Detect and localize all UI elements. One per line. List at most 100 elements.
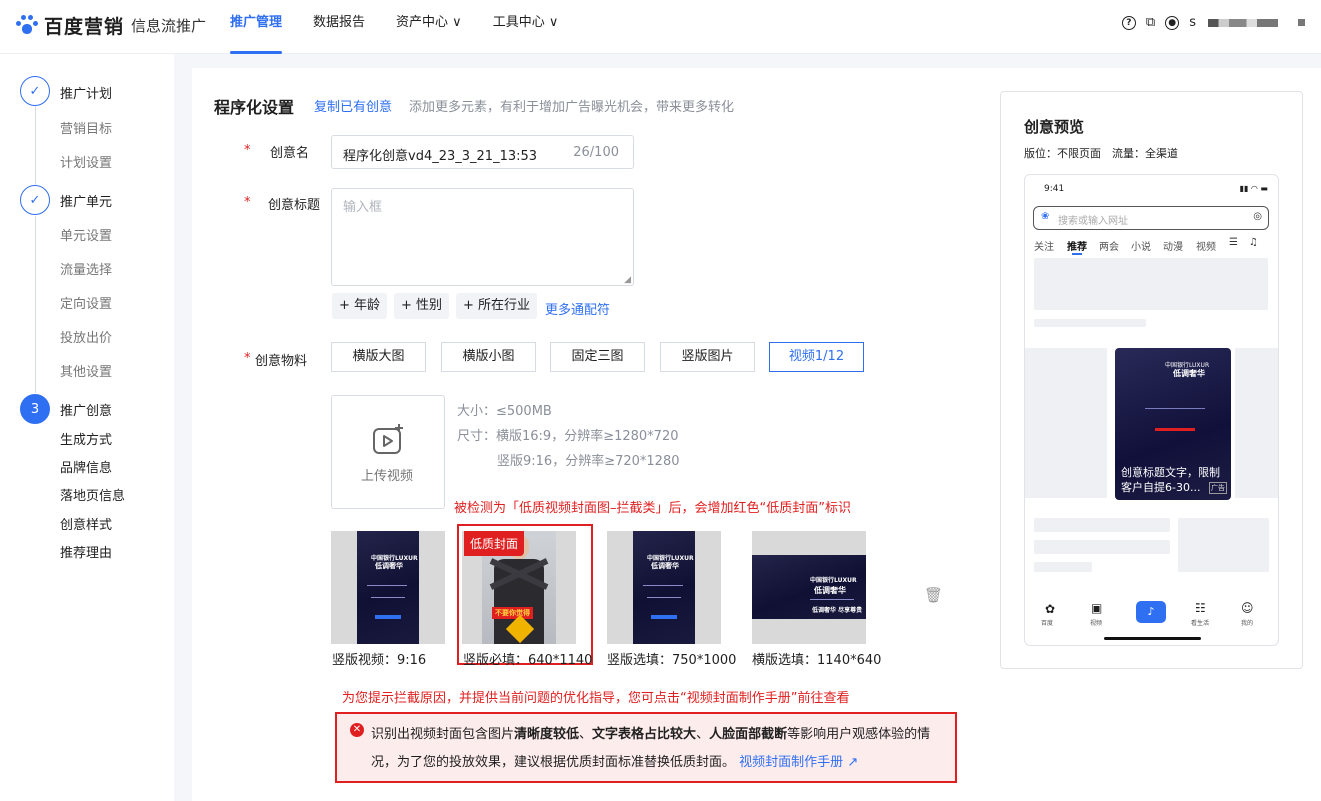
phone-tab[interactable]: 视频	[1196, 238, 1216, 253]
preview-title: 创意预览	[1024, 118, 1085, 136]
alert-text: 等影响用户观感体验的情	[787, 727, 931, 742]
phone-tab[interactable]: 动漫	[1163, 238, 1183, 253]
video-thumbnail[interactable]: 中国银行LUXUR 低调奢华	[607, 531, 721, 644]
poster-image: 中国银行LUXUR 低调奢华	[633, 531, 695, 644]
material-tab-landscape-small[interactable]: 横版小图	[441, 342, 536, 372]
poster-image: 中国银行LUXUR 低调奢华	[357, 531, 419, 644]
phone-tab[interactable]: 关注	[1034, 238, 1054, 253]
username[interactable]: s	[1189, 15, 1196, 30]
step-item-reason[interactable]: 推荐理由	[60, 542, 112, 561]
video-thumbnail[interactable]: 中国银行LUXUR 低调奢华	[331, 531, 445, 644]
alert-emphasis: 人脸面部截断	[709, 727, 788, 742]
skeleton-line	[1034, 540, 1170, 554]
thumb-caption: 竖版必填：640*1140	[463, 653, 593, 668]
wildcard-gender[interactable]: + 性别	[394, 293, 450, 319]
step-creative-title[interactable]: 推广创意	[60, 400, 112, 419]
menu-icon[interactable]: ☰	[1229, 237, 1238, 248]
ad-preview-card[interactable]: 中国银行LUXUR 低调奢华 创意标题文字，限制 客户自提6-30... 广告	[1115, 348, 1231, 500]
phone-tab[interactable]: 两会	[1099, 238, 1119, 253]
phone-search-bar[interactable]: ❀ 搜索或输入网址 ◎	[1033, 206, 1269, 230]
bottom-nav-label: 看生活	[1191, 620, 1210, 627]
headphone-icon[interactable]: ♫	[1249, 237, 1258, 248]
material-tab-three-images[interactable]: 固定三图	[550, 342, 645, 372]
poster-image: 中国银行LUXUR 低调奢华 低调奢华 尽享尊贵	[752, 555, 866, 619]
status-bar-icons: ▮▮ ◠ ▬	[1239, 184, 1268, 193]
step-item-other[interactable]: 其他设置	[60, 361, 112, 380]
voice-mic-icon[interactable]: ♪	[1136, 601, 1166, 623]
step-item-style[interactable]: 创意样式	[60, 514, 112, 533]
material-tab-video[interactable]: 视频1/12	[769, 342, 864, 372]
step-unit-title[interactable]: 推广单元	[60, 191, 112, 210]
detection-annotation: 被检测为「低质视频封面图–拦截类」后，会增加红色“低质封面”标识	[454, 501, 851, 516]
step-item-landing[interactable]: 落地页信息	[60, 485, 125, 504]
phone-tab-active[interactable]: 推荐	[1067, 238, 1087, 253]
baidu-home-icon[interactable]: ✿	[1045, 602, 1055, 616]
nav-tab-campaign[interactable]: 推广管理	[230, 0, 283, 54]
more-wildcards-link[interactable]: 更多通配符	[545, 299, 610, 318]
alert-line-1: 识别出视频封面包含图片清晰度较低、文字表格占比较大、人脸面部截断等影响用户观感体…	[371, 723, 930, 742]
ad-tag: 广告	[1209, 482, 1227, 494]
step-connector	[35, 106, 36, 185]
wildcard-age[interactable]: + 年龄	[332, 293, 388, 319]
menu-square-icon[interactable]	[1298, 19, 1305, 26]
nav-tab-tools[interactable]: 工具中心 ∨	[493, 0, 559, 54]
material-tab-landscape-large[interactable]: 横版大图	[331, 342, 426, 372]
step-done-check-icon: ✓	[20, 185, 50, 215]
profile-icon[interactable]: ☺	[1241, 601, 1254, 615]
external-link-icon[interactable]: ↗	[847, 755, 858, 770]
skeleton-line	[1034, 518, 1170, 532]
wildcard-industry[interactable]: + 所在行业	[456, 293, 538, 319]
nav-tab-report[interactable]: 数据报告	[313, 0, 365, 54]
section-hint: 添加更多元素，有利于增加广告曝光机会，带来更多转化	[409, 100, 735, 115]
step-plan-title[interactable]: 推广计划	[60, 83, 112, 102]
life-icon[interactable]: ☷	[1195, 601, 1206, 615]
alert-emphasis: 文字表格占比较大	[592, 727, 697, 742]
cover-warning-alert: ✕ 识别出视频封面包含图片清晰度较低、文字表格占比较大、人脸面部截断等影响用户观…	[335, 712, 957, 783]
step-item-unit-settings[interactable]: 单元设置	[60, 225, 112, 244]
trash-icon[interactable]: 🗑	[924, 586, 943, 604]
low-quality-thumbnail[interactable]: 不要你觉得 低质封面	[462, 531, 576, 644]
alert-separator: 、	[579, 727, 593, 742]
material-tab-portrait-image[interactable]: 竖版图片	[660, 342, 755, 372]
required-mark: *	[244, 195, 251, 210]
poster-brand-text: 中国银行LUXUR	[810, 577, 857, 584]
thumb-caption: 横版选填：1140*640	[752, 653, 882, 668]
video-icon[interactable]: ▣	[1091, 601, 1102, 615]
title-label: 创意标题	[268, 198, 321, 213]
cover-guide-link[interactable]: 视频封面制作手册	[739, 755, 843, 770]
home-indicator	[1104, 637, 1201, 640]
step-item-targeting[interactable]: 定向设置	[60, 293, 112, 312]
creative-name-value: 程序化创意vd4_23_3_21_13:53	[343, 149, 538, 164]
copy-creative-link[interactable]: 复制已有创意	[314, 96, 392, 115]
side-card	[1235, 348, 1278, 498]
copy-icon[interactable]: ⧉	[1146, 15, 1155, 30]
creative-preview-panel: 创意预览 版位：不限页面 流量：全渠道 9:41 ▮▮ ◠ ▬ ❀ 搜索或输入网…	[1000, 91, 1303, 669]
creative-title-textarea[interactable]: 输入框 ◢	[331, 188, 634, 286]
upload-video-icon	[373, 424, 403, 454]
paw-logo-icon	[14, 13, 40, 39]
phone-time: 9:41	[1044, 184, 1065, 194]
step-item-traffic[interactable]: 流量选择	[60, 259, 112, 278]
creative-name-field[interactable]: 程序化创意vd4_23_3_21_13:53 26/100	[331, 135, 634, 169]
step-item-generation[interactable]: 生成方式	[60, 429, 112, 448]
upload-video-button[interactable]: 上传视频	[331, 395, 445, 509]
step-item-marketing-goal[interactable]: 营销目标	[60, 118, 112, 137]
resize-handle-icon[interactable]: ◢	[624, 275, 631, 285]
spec-dimension-landscape: 尺寸：横版16:9，分辨率≥1280*720	[457, 429, 679, 444]
phone-tab[interactable]: 小说	[1131, 238, 1151, 253]
step-item-brand[interactable]: 品牌信息	[60, 457, 112, 476]
video-thumbnail[interactable]: 中国银行LUXUR 低调奢华 低调奢华 尽享尊贵	[752, 531, 866, 644]
step-item-bidding[interactable]: 投放出价	[60, 327, 112, 346]
help-icon[interactable]: ?	[1121, 15, 1136, 30]
skeleton-line	[1034, 562, 1092, 572]
name-char-count: 26/100	[573, 145, 619, 160]
user-icon[interactable]: ●	[1165, 15, 1180, 30]
card-title-line-2: 客户自提6-30...	[1121, 481, 1201, 494]
masked-username	[1208, 18, 1278, 27]
step-item-plan-settings[interactable]: 计划设置	[60, 152, 112, 171]
nav-tab-assets[interactable]: 资产中心 ∨	[396, 0, 462, 54]
camera-icon[interactable]: ◎	[1253, 211, 1262, 222]
side-card	[1025, 348, 1107, 498]
main-nav: 推广管理 数据报告 资产中心 ∨ 工具中心 ∨	[230, 0, 589, 54]
baidu-marketing-logo[interactable]: 百度营销 信息流推广	[14, 12, 206, 39]
